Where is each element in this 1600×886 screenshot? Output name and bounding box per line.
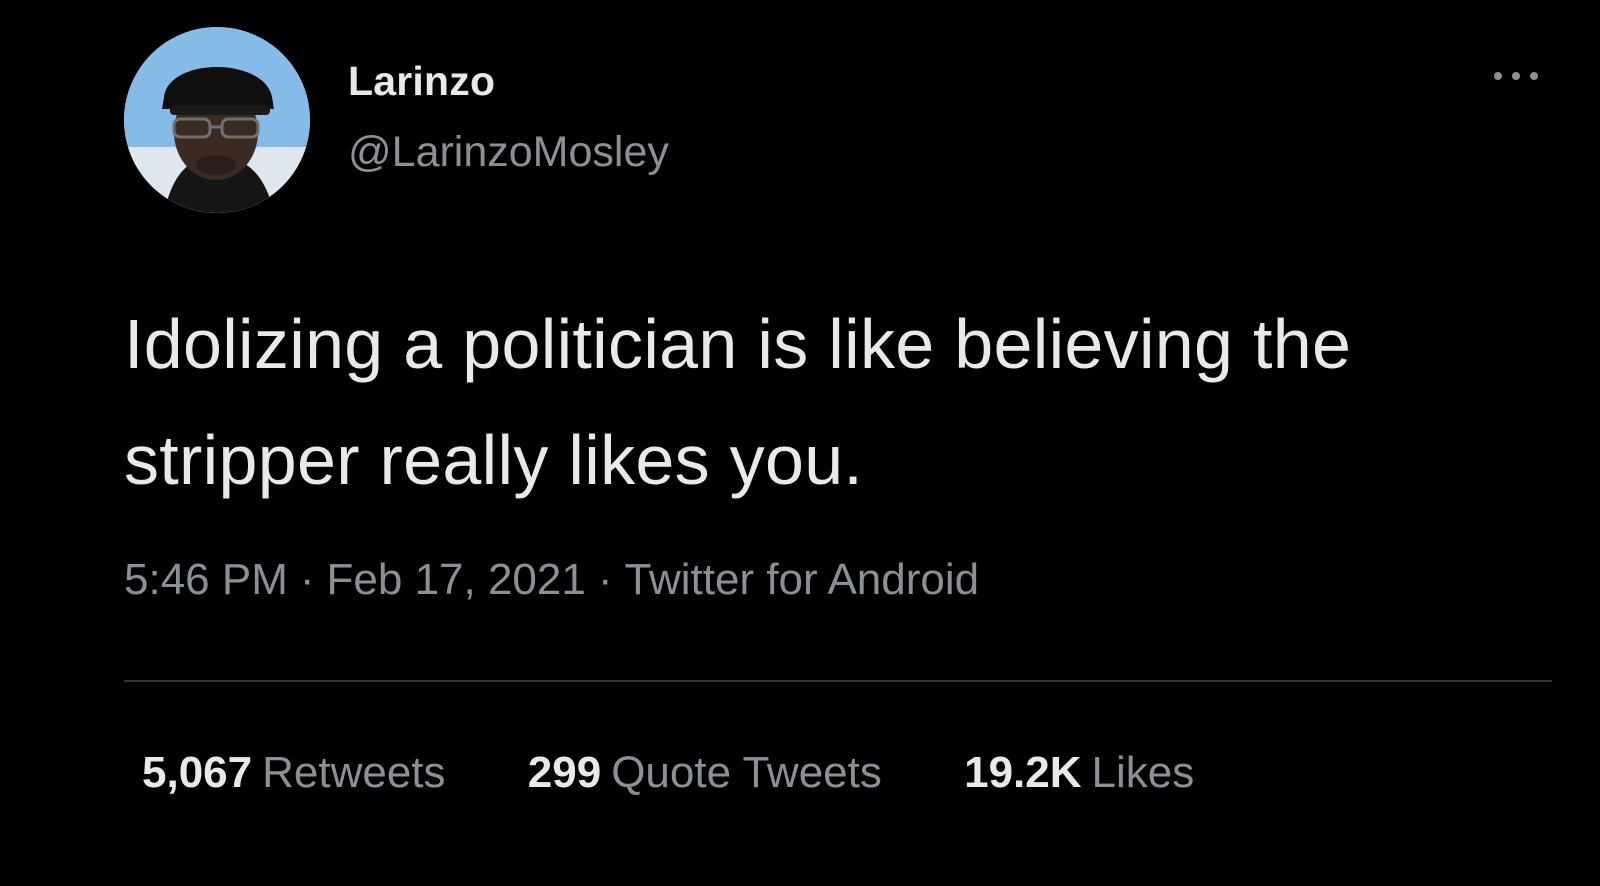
tweet-metadata: 5:46 PM · Feb 17, 2021 · Twitter for Android — [124, 555, 979, 605]
user-handle[interactable]: @LarinzoMosley — [348, 128, 669, 177]
meta-separator: · — [597, 555, 613, 604]
display-name[interactable]: Larinzo — [348, 58, 495, 105]
quote-tweets-label: Quote Tweets — [611, 748, 882, 797]
retweets-label: Retweets — [262, 748, 446, 797]
likes-stat[interactable]: 19.2K Likes — [964, 748, 1194, 798]
likes-label: Likes — [1091, 748, 1195, 797]
quote-tweets-stat[interactable]: 299 Quote Tweets — [528, 748, 882, 798]
divider — [124, 680, 1552, 682]
ellipsis-icon[interactable] — [1494, 66, 1548, 86]
avatar[interactable] — [124, 27, 310, 213]
tweet-date[interactable]: Feb 17, 2021 — [327, 555, 586, 604]
quote-tweets-count: 299 — [527, 748, 602, 797]
retweets-count: 5,067 — [142, 748, 253, 797]
profile-photo-icon — [124, 27, 310, 213]
tweet-text: Idolizing a politician is like believing… — [124, 305, 1352, 499]
retweets-stat[interactable]: 5,067 Retweets — [142, 748, 446, 798]
likes-count: 19.2K — [964, 748, 1082, 797]
tweet-card: Larinzo @LarinzoMosley Idolizing a polit… — [0, 0, 1600, 886]
engagement-stats: 5,067 Retweets 299 Quote Tweets 19.2K Likes — [142, 748, 1264, 798]
tweet-source[interactable]: Twitter for Android — [625, 555, 980, 604]
meta-separator: · — [299, 555, 315, 604]
tweet-time[interactable]: 5:46 PM — [124, 555, 288, 604]
